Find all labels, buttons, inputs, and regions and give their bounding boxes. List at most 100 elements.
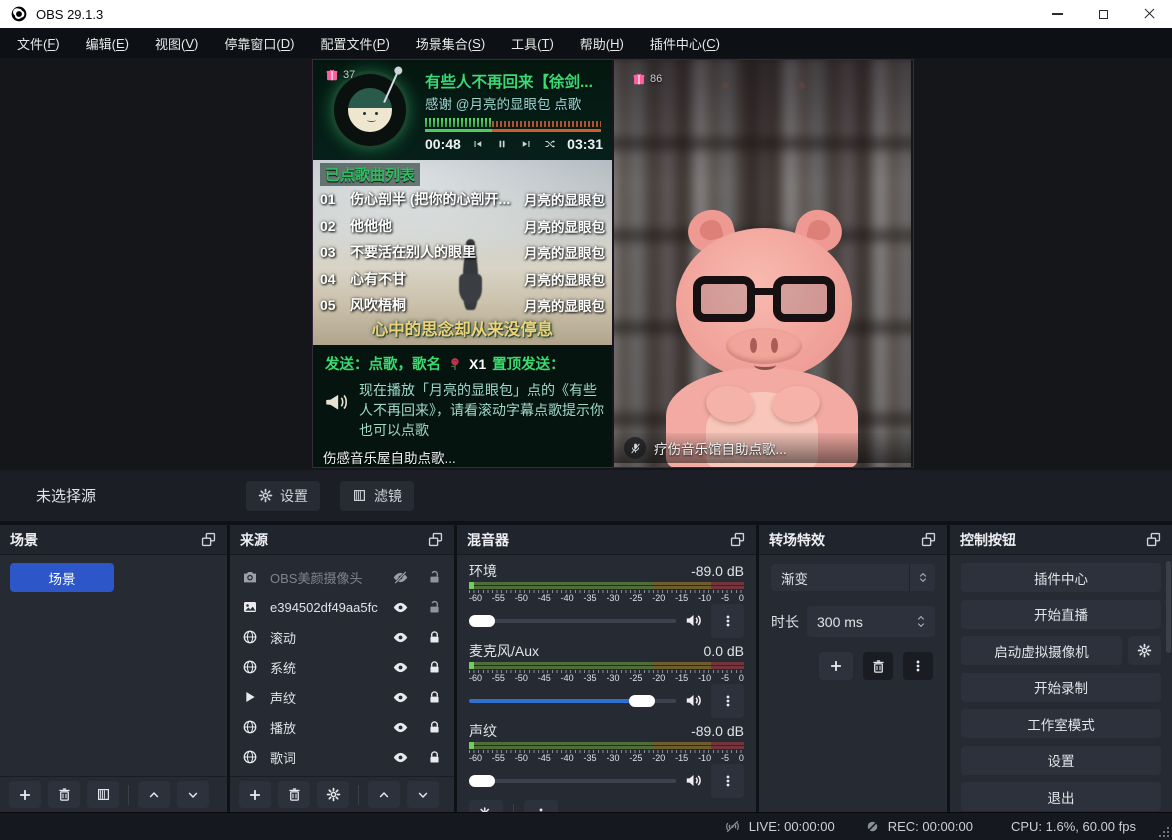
visibility-toggle[interactable]	[392, 599, 409, 616]
player-controls: 00:48 03:31	[425, 136, 603, 152]
start-streaming-button[interactable]: 开始直播	[961, 600, 1161, 629]
source-row[interactable]: 系统	[230, 652, 454, 682]
source-row[interactable]: 歌词	[230, 742, 454, 772]
menu-plugin-center[interactable]: 插件中心(C)	[637, 28, 733, 58]
speaker-icon[interactable]	[684, 691, 703, 710]
move-source-down-button[interactable]	[407, 781, 439, 808]
source-row[interactable]: 声纹	[230, 682, 454, 712]
avatar-video[interactable]: 86 疗伤音乐馆自助点歌...	[614, 60, 911, 467]
visibility-toggle[interactable]	[392, 629, 409, 646]
shuffle-icon	[544, 138, 556, 150]
source-name: 滚动	[270, 628, 382, 647]
exit-button[interactable]: 退出	[961, 782, 1161, 811]
lock-toggle[interactable]	[427, 750, 442, 765]
move-scene-up-button[interactable]	[138, 781, 170, 808]
pin-label: 置顶发送：	[492, 353, 565, 374]
move-source-up-button[interactable]	[368, 781, 400, 808]
menu-scene-collection[interactable]: 场景集合(S)	[403, 28, 498, 58]
channel-menu-button[interactable]	[711, 764, 744, 798]
song-name: 心有不甘	[350, 269, 518, 289]
speaker-icon[interactable]	[684, 771, 703, 790]
source-row[interactable]: 滚动	[230, 622, 454, 652]
close-button[interactable]	[1126, 0, 1172, 28]
visibility-toggle[interactable]	[392, 689, 409, 706]
channel-menu-button[interactable]	[711, 604, 744, 638]
menu-file[interactable]: 文件(F)	[4, 28, 73, 58]
popout-icon[interactable]	[427, 531, 444, 548]
channel-db-value: -89.0 dB	[691, 563, 744, 579]
meter-scale-labels: -60-55-50-45-40-35-30-25-20-15-10-50	[469, 593, 744, 604]
remove-transition-button[interactable]	[863, 652, 893, 680]
now-playing-notice: 现在播放「月亮的显眼包」点的《有些人不再回来》，请看滚动字幕点歌提示你也可以点歌	[359, 381, 607, 441]
progress-line	[425, 129, 601, 132]
virtual-camera-config-button[interactable]	[1128, 636, 1161, 665]
popout-icon[interactable]	[200, 531, 217, 548]
scene-filters-button[interactable]	[87, 781, 119, 808]
menu-edit[interactable]: 编辑(E)	[73, 28, 142, 58]
menu-tools[interactable]: 工具(T)	[498, 28, 567, 58]
meter-scale-labels: -60-55-50-45-40-35-30-25-20-15-10-50	[469, 673, 744, 684]
volume-slider[interactable]	[469, 775, 676, 787]
visibility-toggle[interactable]	[392, 749, 409, 766]
source-filters-button[interactable]: 滤镜	[340, 481, 414, 511]
lock-toggle[interactable]	[427, 720, 442, 735]
source-name: OBS美颜摄像头	[270, 568, 382, 587]
camera-icon	[242, 569, 260, 585]
rec-time: REC: 00:00:00	[888, 819, 973, 834]
menu-help[interactable]: 帮助(H)	[567, 28, 637, 58]
menu-docks[interactable]: 停靠窗口(D)	[211, 28, 307, 58]
transition-select[interactable]: 渐变	[771, 564, 935, 591]
scrollbar[interactable]	[1166, 561, 1171, 653]
visibility-toggle[interactable]	[392, 719, 409, 736]
source-row[interactable]: e394502df49aa5fc	[230, 592, 454, 622]
transition-menu-button[interactable]	[903, 652, 933, 680]
menu-view[interactable]: 视图(V)	[142, 28, 211, 58]
volume-slider[interactable]	[469, 615, 676, 627]
speaker-icon[interactable]	[684, 611, 703, 630]
lock-toggle[interactable]	[427, 570, 442, 585]
pig-character	[614, 60, 911, 467]
duration-spinbox[interactable]: 300 ms	[807, 606, 935, 637]
music-overlay-video[interactable]: 37 有些人不再回来【徐剑... 感谢 @月亮的显眼包 点歌 00:48	[313, 60, 614, 467]
lock-toggle[interactable]	[427, 600, 442, 615]
spin-chevrons[interactable]	[907, 606, 935, 637]
lock-toggle[interactable]	[427, 660, 442, 675]
source-row[interactable]: 播放	[230, 712, 454, 742]
chevron-down-icon	[918, 578, 928, 585]
source-properties-gear-button[interactable]	[317, 781, 349, 808]
popout-icon[interactable]	[729, 531, 746, 548]
resize-grip[interactable]	[1159, 827, 1169, 837]
start-recording-button[interactable]: 开始录制	[961, 673, 1161, 702]
plugin-center-button[interactable]: 插件中心	[961, 563, 1161, 592]
duration-row: 时长 300 ms	[771, 606, 935, 637]
add-source-button[interactable]	[239, 781, 271, 808]
visibility-toggle[interactable]	[392, 659, 409, 676]
scene-item-selected[interactable]: 场景	[10, 563, 114, 592]
remove-scene-button[interactable]	[48, 781, 80, 808]
lock-toggle[interactable]	[427, 690, 442, 705]
visibility-toggle[interactable]	[392, 569, 409, 586]
menu-profile[interactable]: 配置文件(P)	[307, 28, 402, 58]
move-scene-down-button[interactable]	[177, 781, 209, 808]
mixer-menu-button[interactable]	[524, 800, 558, 812]
sources-dock: 来源 OBS美颜摄像头 e394502df49aa5fc 滚动	[230, 525, 454, 812]
lock-toggle[interactable]	[427, 630, 442, 645]
add-scene-button[interactable]	[9, 781, 41, 808]
advanced-audio-button[interactable]	[469, 800, 503, 812]
minimize-button[interactable]	[1034, 0, 1080, 28]
playlist-row: 04心有不甘月亮的显眼包	[320, 266, 605, 293]
maximize-button[interactable]	[1080, 0, 1126, 28]
popout-icon[interactable]	[920, 531, 937, 548]
studio-mode-button[interactable]: 工作室模式	[961, 709, 1161, 738]
settings-button[interactable]: 设置	[961, 746, 1161, 775]
popout-icon[interactable]	[1145, 531, 1162, 548]
controls-dock-header: 控制按钮	[950, 525, 1172, 555]
source-properties-button[interactable]: 设置	[246, 481, 320, 511]
start-virtual-camera-button[interactable]: 启动虚拟摄像机	[961, 636, 1122, 665]
source-row[interactable]: OBS美颜摄像头	[230, 562, 454, 592]
volume-slider[interactable]	[469, 695, 676, 707]
toolbar-separator	[358, 785, 359, 805]
remove-source-button[interactable]	[278, 781, 310, 808]
channel-menu-button[interactable]	[711, 684, 744, 718]
add-transition-button[interactable]	[819, 652, 853, 680]
